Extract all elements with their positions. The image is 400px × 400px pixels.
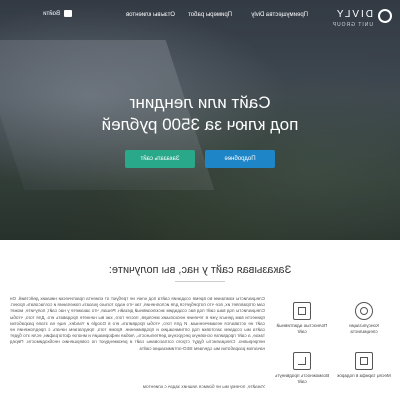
feature-label: Возможность продвинуть сайт [274,373,330,384]
order-site-button[interactable]: Заказать сайт [125,150,195,168]
login-link[interactable]: Войти [43,10,72,17]
headset-icon [355,302,373,320]
hero-title-line-2: под ключ за 3500 рублей [101,115,299,134]
landing-page: DIVLY UNIT GROUP Преимущества Divly Прим… [0,0,400,400]
description-paragraph: Специалисты компании во время создания с… [10,296,265,351]
hero-title: Сайт или лендинг под ключ за 3500 рублей [60,92,340,136]
login-label: Войти [43,10,60,17]
hero-title-line-1: Сайт или лендинг [129,93,271,112]
feature-promotion: Возможность продвинуть сайт [274,352,330,385]
logo-text-block: DIVLY UNIT GROUP [332,4,373,28]
top-nav: DIVLY UNIT GROUP Преимущества Divly Прим… [0,0,400,32]
feature-label: Консультации специалиста [349,323,379,334]
learn-more-line[interactable]: Узнайте, почему мы не боимся лишних зада… [10,384,265,390]
logo[interactable]: DIVLY UNIT GROUP [332,4,392,28]
feature-label: Полностью адаптивный сайт [276,323,328,334]
chart-icon [293,352,311,370]
nav-link-reviews[interactable]: Отзывы клиентов [126,12,175,18]
more-info-button[interactable]: Подробнее [205,150,275,168]
section-divider [175,281,225,282]
feature-gift: Месяц тарифа в подарок [336,352,392,379]
hero-section: DIVLY UNIT GROUP Преимущества Divly Прим… [0,0,400,240]
gift-icon [355,352,373,370]
feature-consultation: Консультации специалиста [336,302,392,335]
section-title: Заказывая сайт у нас, вы получите: [108,264,292,276]
nav-link-examples[interactable]: Примеры работ [188,12,232,18]
logo-mark-icon [378,9,392,23]
logo-subtext: UNIT GROUP [331,22,373,28]
logo-text: DIVLY [334,9,373,20]
browser-icon [293,302,311,320]
feature-adaptive: Полностью адаптивный сайт [274,302,330,335]
nav-link-advantages[interactable]: Преимущества Divly [251,12,308,18]
feature-label: Месяц тарифа в подарок [337,373,391,378]
login-icon [64,10,72,17]
